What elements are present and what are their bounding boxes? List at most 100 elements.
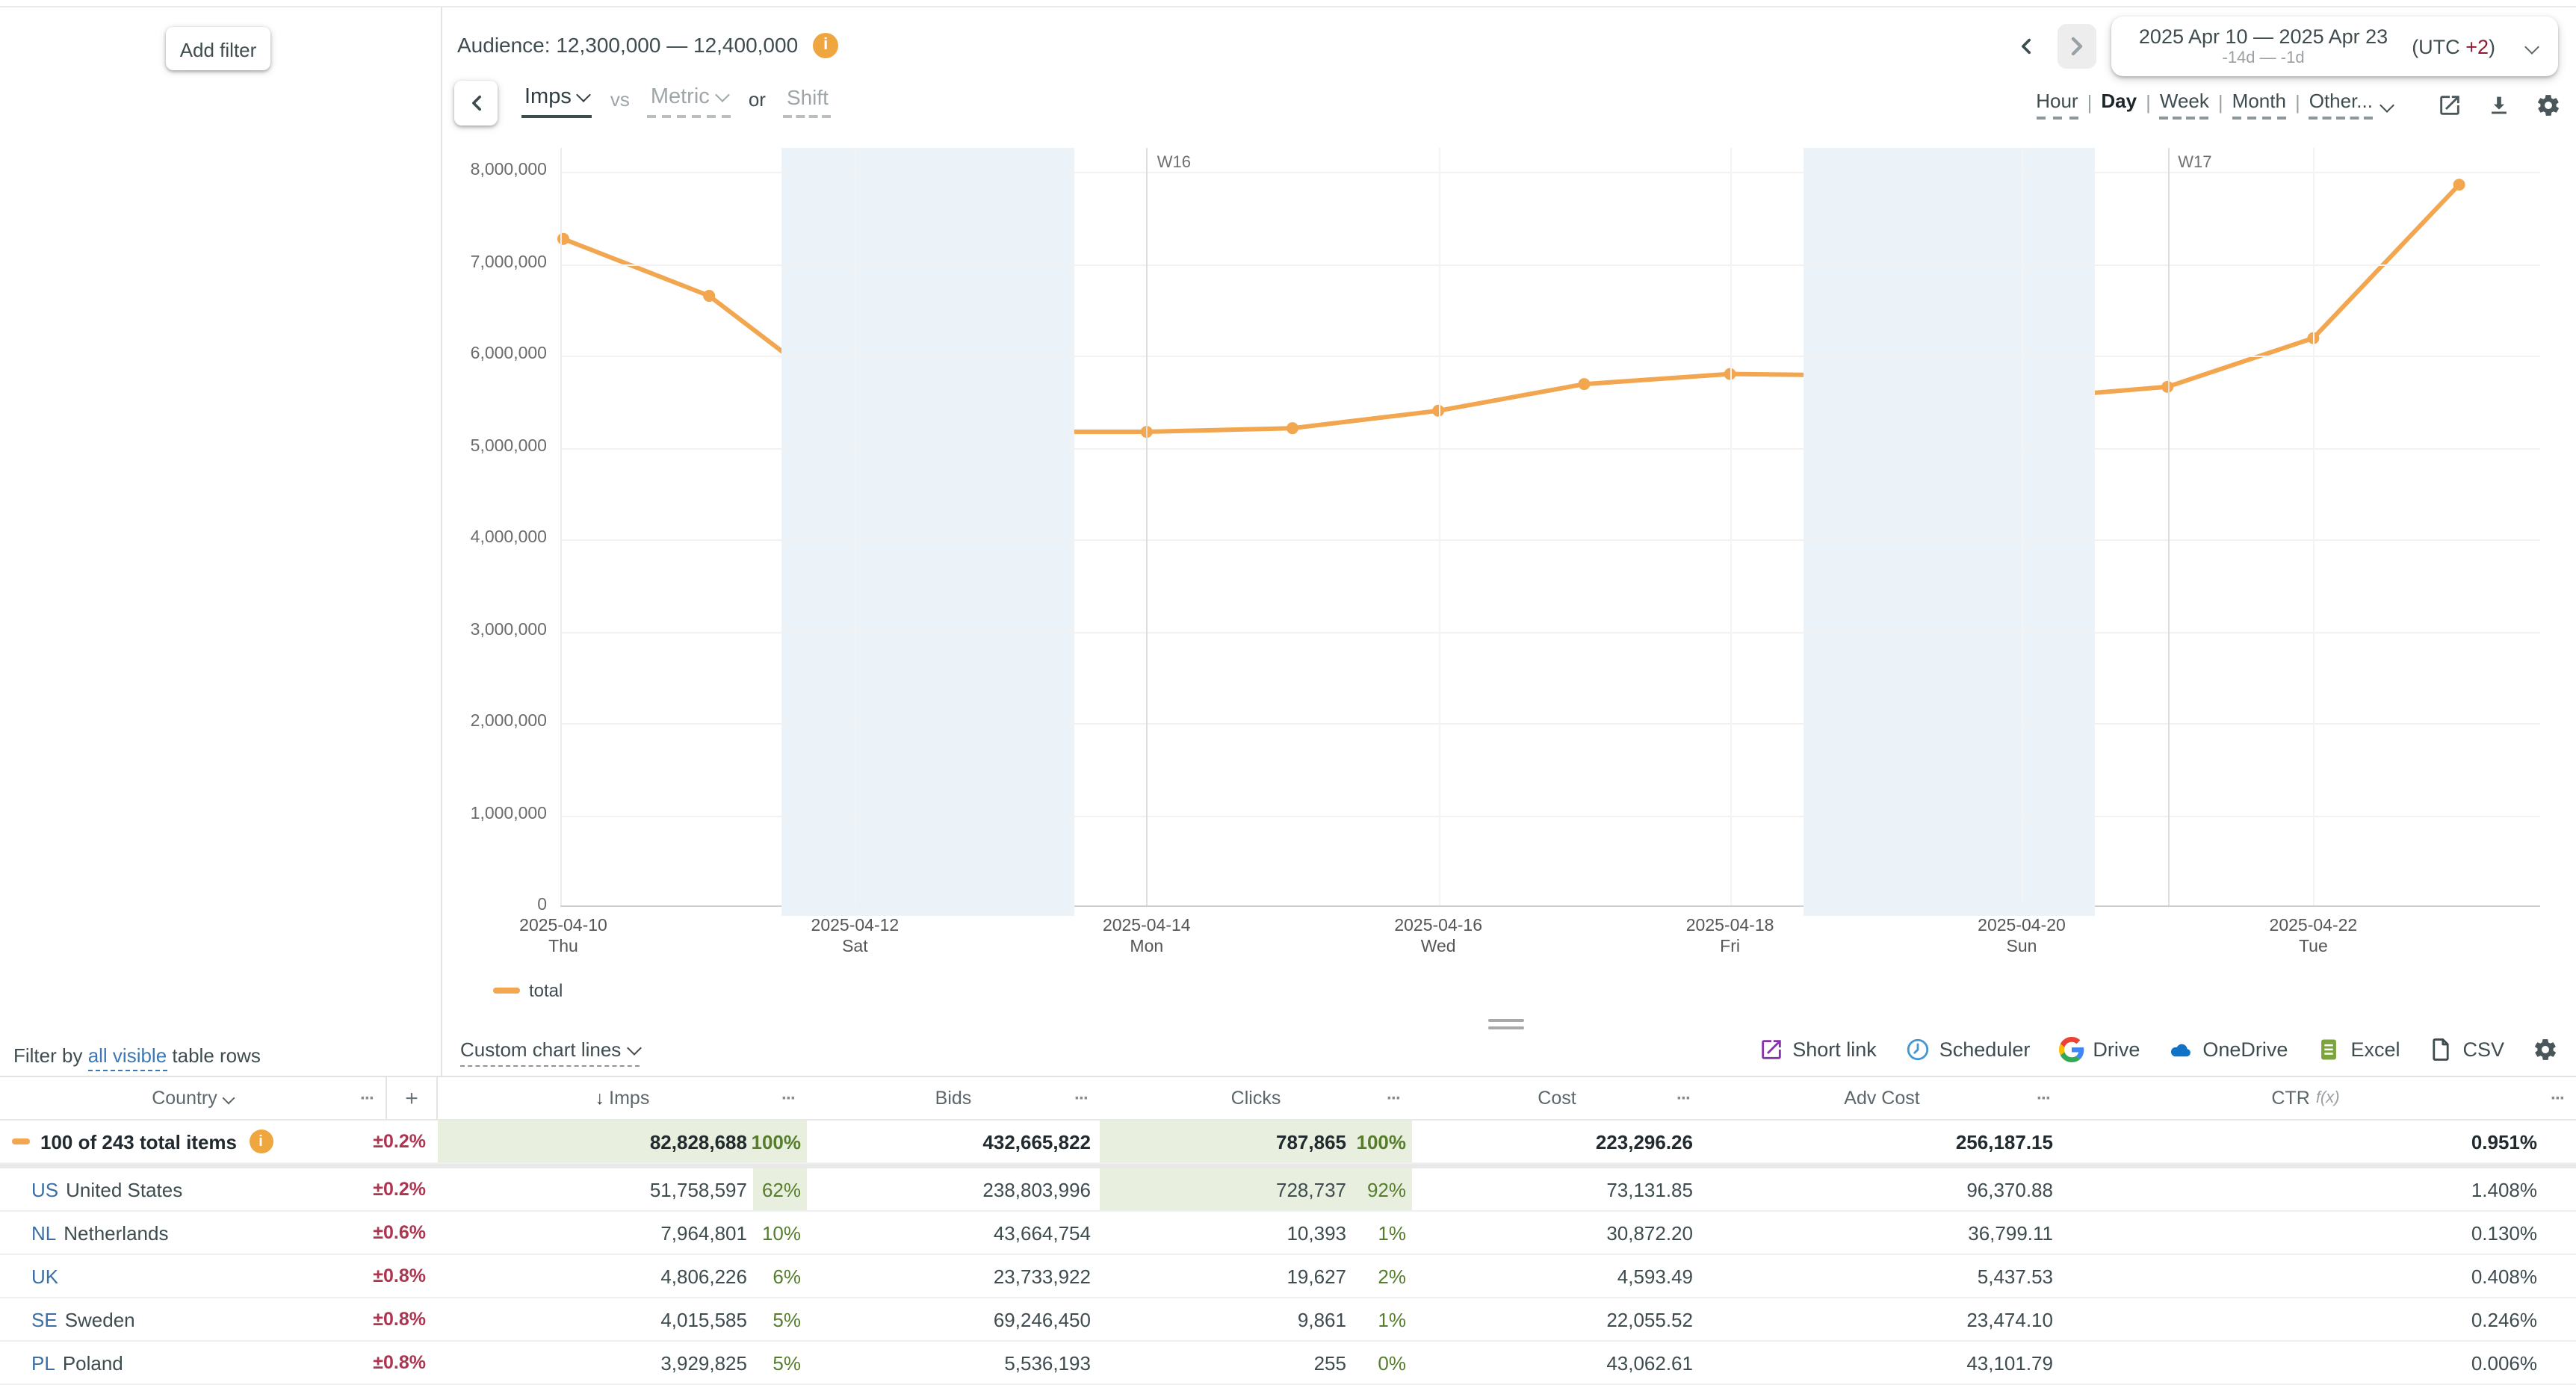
y-axis-tick-label: 3,000,000	[442, 621, 547, 639]
country-name: 100 of 243 total items	[40, 1130, 237, 1153]
ctr-cell: 0.951%	[2062, 1121, 2576, 1162]
analytics-dashboard: Add filter Filter by all visible table r…	[0, 0, 2576, 1358]
x-axis-tick-label: 2025-04-18Fri	[1641, 917, 1820, 958]
error-margin-cell: ±0.2%	[306, 1131, 438, 1152]
more-options-icon[interactable]: ···	[1676, 1088, 1690, 1109]
clicks-cell: 9,861	[1100, 1298, 1352, 1340]
y-axis-tick-label: 0	[442, 896, 547, 914]
date-prev-button[interactable]	[2010, 24, 2043, 69]
header-ctr[interactable]: CTRf(x)···	[2062, 1077, 2576, 1119]
granularity-month[interactable]: Month	[2232, 90, 2286, 120]
table-row-total: 100 of 243 total items i ±0.2% 82,828,68…	[0, 1121, 2576, 1164]
spreadsheet-icon	[2316, 1037, 2341, 1062]
imps-pct-cell: 100%	[753, 1121, 807, 1162]
header-adv-cost[interactable]: Adv Cost···	[1702, 1077, 2062, 1119]
header-clicks[interactable]: Clicks···	[1100, 1077, 1412, 1119]
more-options-icon[interactable]: ···	[1387, 1088, 1400, 1109]
week-boundary-line	[2167, 148, 2169, 905]
data-table: Country··· + ↓Imps··· Bids··· Clicks··· …	[0, 1076, 2576, 1385]
country-cell[interactable]: NL Netherlands	[0, 1212, 306, 1254]
separator: |	[2146, 91, 2151, 118]
add-column-button[interactable]: +	[386, 1077, 438, 1119]
gridline-horizontal	[560, 447, 2540, 449]
cost-cell: 223,296.26	[1412, 1121, 1702, 1162]
granularity-day[interactable]: Day	[2101, 90, 2137, 120]
header-bids[interactable]: Bids···	[807, 1077, 1100, 1119]
timezone-offset: +2	[2465, 35, 2489, 58]
data-point	[557, 233, 569, 245]
table-row-NL: NL Netherlands ±0.6% 7,964,801 10% 43,66…	[0, 1212, 2576, 1255]
more-options-icon[interactable]: ···	[1074, 1088, 1088, 1109]
y-axis-line	[560, 148, 562, 905]
scheduler-button[interactable]: Scheduler	[1905, 1037, 2031, 1062]
adv-cost-cell: 36,799.11	[1702, 1212, 2062, 1254]
bids-cell: 5,536,193	[807, 1342, 1100, 1384]
bids-cell: 69,246,450	[807, 1298, 1100, 1340]
separator: |	[2218, 91, 2223, 118]
y-axis-tick-label: 5,000,000	[442, 437, 547, 455]
onedrive-button[interactable]: OneDrive	[2168, 1037, 2288, 1062]
cost-cell: 22,055.52	[1412, 1298, 1702, 1340]
error-margin-cell: ±0.8%	[306, 1265, 438, 1286]
shift-selector[interactable]: Shift	[784, 81, 832, 118]
country-cell[interactable]: US United States	[0, 1168, 306, 1210]
table-settings-gear-icon[interactable]	[2533, 1037, 2558, 1062]
info-icon[interactable]: i	[249, 1130, 273, 1153]
granularity-other[interactable]: Other...	[2309, 90, 2373, 120]
compare-metric-dropdown[interactable]: Metric	[648, 81, 731, 118]
date-next-button[interactable]	[2058, 24, 2097, 69]
collapse-chart-button[interactable]	[454, 81, 498, 126]
y-axis-tick-label: 7,000,000	[442, 253, 547, 271]
more-options-icon[interactable]: ···	[2037, 1088, 2050, 1109]
chart-resize-handle[interactable]	[1488, 1019, 1524, 1032]
y-axis-tick-label: 4,000,000	[442, 529, 547, 547]
more-options-icon[interactable]: ···	[360, 1088, 374, 1109]
chevron-down-icon	[626, 1041, 641, 1056]
custom-chart-lines-dropdown[interactable]: Custom chart lines	[460, 1038, 639, 1061]
legend-item-total[interactable]: total	[493, 980, 563, 1001]
filter-scope-link[interactable]: all visible	[88, 1044, 167, 1071]
download-icon[interactable]	[2486, 92, 2512, 117]
header-cost[interactable]: Cost···	[1412, 1077, 1702, 1119]
info-icon[interactable]: i	[813, 32, 838, 58]
country-cell[interactable]: PL Poland	[0, 1342, 306, 1384]
header-imps[interactable]: ↓Imps···	[438, 1077, 807, 1119]
clicks-pct-cell: 92%	[1352, 1168, 1412, 1210]
x-axis-tick-label: 2025-04-20Sun	[1932, 917, 2111, 958]
gridline-vertical	[1438, 148, 1440, 905]
header-country[interactable]: Country···	[0, 1077, 386, 1119]
excel-button[interactable]: Excel	[2316, 1037, 2400, 1062]
granularity-week[interactable]: Week	[2160, 90, 2209, 120]
imps-pct-cell: 5%	[753, 1298, 807, 1340]
table-row-SE: SE Sweden ±0.8% 4,015,585 5% 69,246,450 …	[0, 1298, 2576, 1342]
chevron-down-icon	[577, 87, 592, 102]
week-marker-label: W17	[2178, 154, 2211, 172]
gridline-horizontal	[560, 172, 2540, 173]
granularity-hour[interactable]: Hour	[2036, 90, 2078, 120]
more-options-icon[interactable]: ···	[781, 1088, 795, 1109]
clock-icon	[1905, 1037, 1931, 1062]
date-range-picker[interactable]: 2025 Apr 10 — 2025 Apr 23 -14d — -1d (UT…	[2112, 16, 2558, 76]
csv-button[interactable]: CSV	[2428, 1037, 2504, 1062]
adv-cost-cell: 5,437.53	[1702, 1255, 2062, 1297]
country-cell[interactable]: SE Sweden	[0, 1298, 306, 1340]
bids-cell: 432,665,822	[807, 1121, 1100, 1162]
week-marker-label: W16	[1157, 154, 1191, 172]
primary-metric-dropdown[interactable]: Imps	[521, 81, 592, 118]
cost-cell: 30,872.20	[1412, 1212, 1702, 1254]
separator: |	[2295, 91, 2300, 118]
date-range-main: 2025 Apr 10 — 2025 Apr 23 -14d — -1d	[2139, 25, 2388, 67]
cost-cell: 4,593.49	[1412, 1255, 1702, 1297]
country-cell[interactable]: 100 of 243 total items i	[0, 1121, 306, 1162]
gear-icon[interactable]	[2536, 92, 2561, 117]
short-link-button[interactable]: Short link	[1758, 1037, 1877, 1062]
country-cell[interactable]: UK	[0, 1255, 306, 1297]
adv-cost-cell: 96,370.88	[1702, 1168, 2062, 1210]
more-options-icon[interactable]: ···	[2551, 1088, 2564, 1109]
add-filter-button[interactable]: Add filter	[166, 27, 270, 70]
data-point	[1578, 378, 1590, 390]
legend-label: total	[529, 980, 563, 1001]
line-chart: W16W17 total 01,000,0002,000,0003,000,00…	[442, 134, 2576, 1031]
google-drive-button[interactable]: Drive	[2058, 1037, 2140, 1062]
open-in-new-icon[interactable]	[2437, 92, 2462, 117]
